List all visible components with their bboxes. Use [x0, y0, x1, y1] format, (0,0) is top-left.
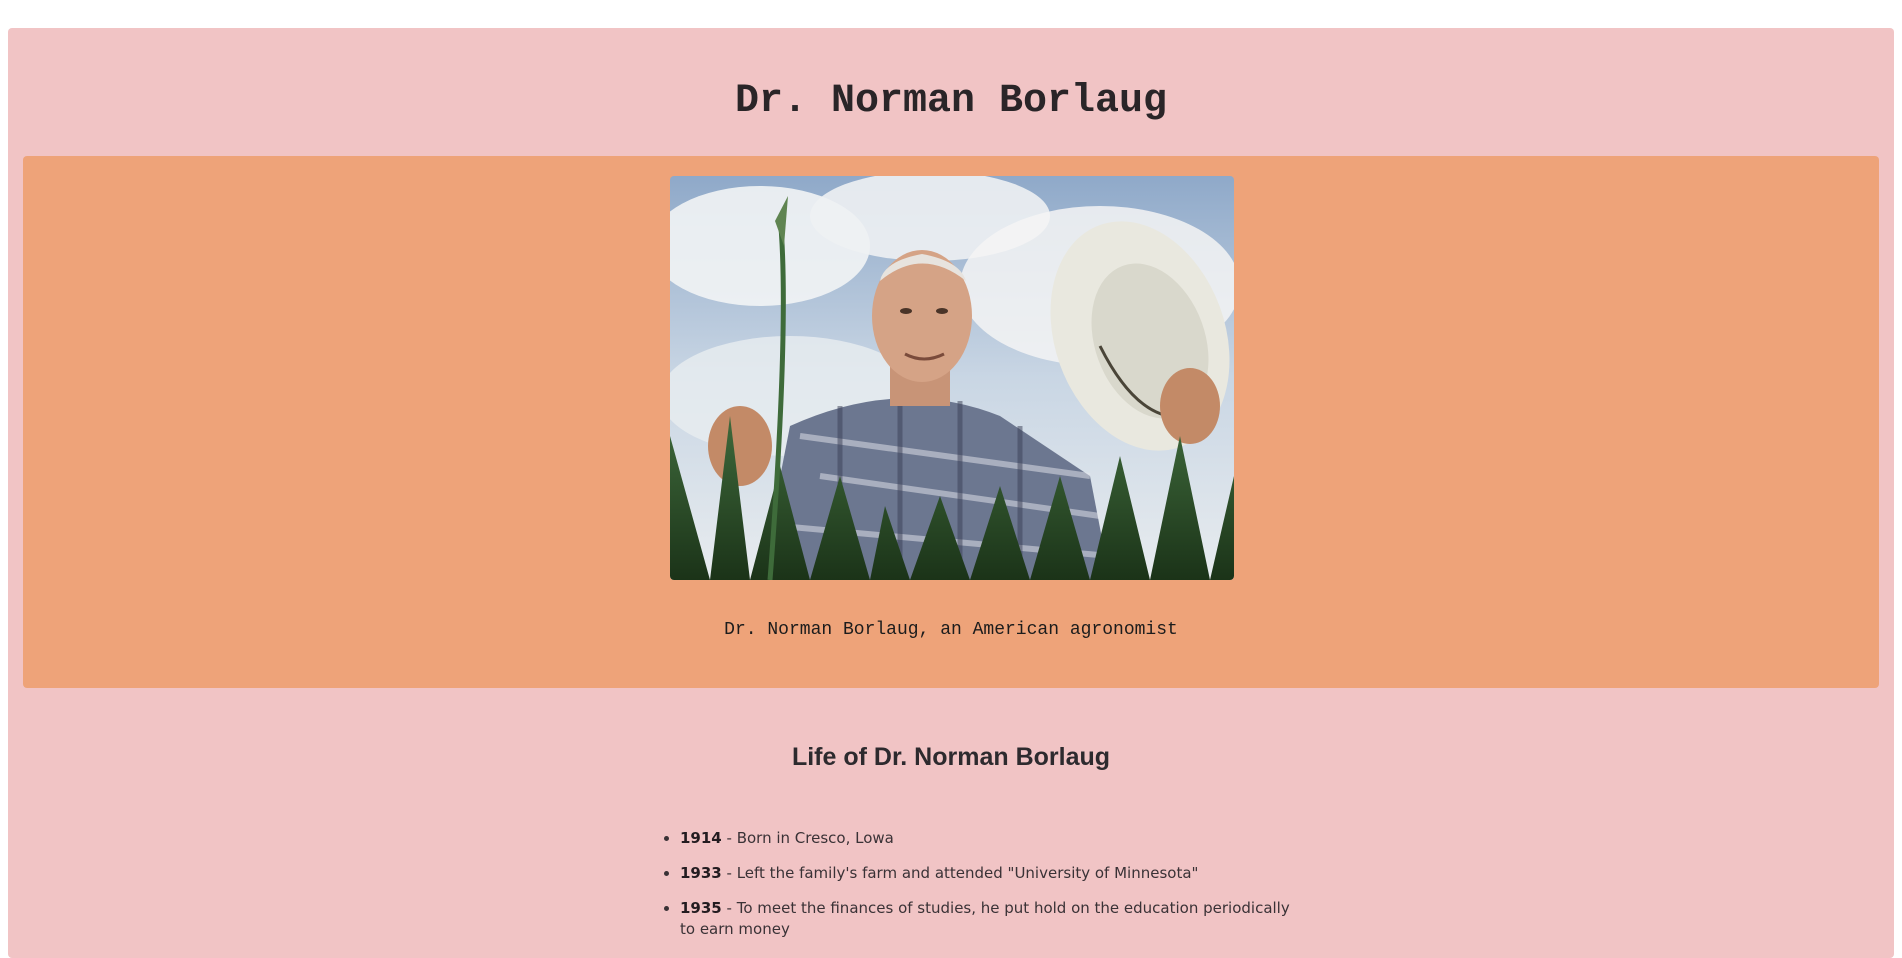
timeline-item: 1935 - To meet the finances of studies, …	[680, 898, 1300, 940]
timeline-year: 1914	[680, 829, 722, 847]
timeline-item: 1933 - Left the family's farm and attend…	[680, 863, 1300, 884]
timeline-item: 1914 - Born in Cresco, Lowa	[680, 828, 1300, 849]
tribute-page: Dr. Norman Borlaug Dr. Norman Borlaug, a…	[8, 28, 1894, 958]
section-heading: Life of Dr. Norman Borlaug	[791, 743, 1111, 771]
timeline-text: - To meet the finances of studies, he pu…	[680, 899, 1290, 938]
image-panel: Dr. Norman Borlaug, an American agronomi…	[23, 156, 1879, 688]
portrait-photo	[670, 176, 1234, 580]
page-title: Dr. Norman Borlaug	[734, 79, 1168, 124]
photo-caption: Dr. Norman Borlaug, an American agronomi…	[724, 620, 1178, 640]
timeline-list: 1914 - Born in Cresco, Lowa 1933 - Left …	[672, 828, 1300, 954]
timeline-year: 1933	[680, 864, 722, 882]
timeline-text: - Left the family's farm and attended "U…	[721, 864, 1199, 882]
timeline-year: 1935	[680, 899, 722, 917]
timeline-text: - Born in Cresco, Lowa	[721, 829, 894, 847]
